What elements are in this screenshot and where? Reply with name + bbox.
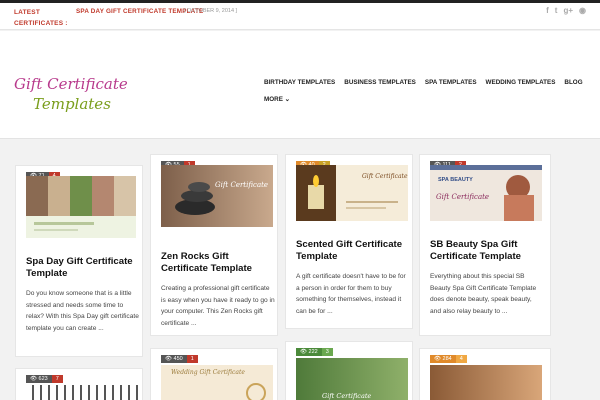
post-stats: 👁 450 1 xyxy=(161,355,198,363)
logo-line-1[interactable]: Gift Certificate xyxy=(14,75,128,93)
main-nav: BIRTHDAY TEMPLATES BUSINESS TEMPLATES SP… xyxy=(264,79,583,103)
twitter-icon[interactable]: t xyxy=(555,6,558,15)
post-card: 👁 450 1 Wedding Gift Certificate xyxy=(150,348,278,400)
post-thumbnail[interactable] xyxy=(430,365,542,400)
facebook-icon[interactable]: f xyxy=(546,6,549,15)
post-card: 👁 623 7 xyxy=(15,368,143,400)
post-title-link[interactable]: SB Beauty Spa Gift Certificate Template xyxy=(430,239,546,263)
nav-spa-templates[interactable]: SPA TEMPLATES xyxy=(425,79,477,86)
post-card: 👁 71 4 Spa Day Gift Certificate Template… xyxy=(15,165,143,357)
eye-icon: 👁 xyxy=(165,356,174,362)
site-header: Gift Certificate Templates BIRTHDAY TEMP… xyxy=(0,31,600,139)
post-card: 👁 284 4 xyxy=(419,348,551,400)
comments-badge: 4 xyxy=(455,355,467,363)
post-thumbnail[interactable] xyxy=(26,385,138,400)
post-title-link[interactable]: Spa Day Gift Certificate Template xyxy=(26,256,142,280)
post-stats: 👁 222 3 xyxy=(296,348,333,356)
social-links: f t g+ ◉ xyxy=(546,6,586,15)
post-thumbnail[interactable]: Gift Certificate xyxy=(296,358,408,400)
views-badge: 👁 284 xyxy=(430,355,456,363)
eye-icon: 👁 xyxy=(434,356,443,362)
post-card: 👁 111 2 SPA BEAUTY Gift Certificate SB B… xyxy=(419,154,551,336)
post-excerpt: Creating a professional gift certificate… xyxy=(161,285,275,327)
post-excerpt: A gift certificate doesn't have to be fo… xyxy=(296,273,406,315)
views-badge: 👁 450 xyxy=(161,355,187,363)
comments-badge: 1 xyxy=(186,355,198,363)
post-excerpt: Everything about this special SB Beauty … xyxy=(430,273,537,315)
logo-line-2[interactable]: Templates xyxy=(33,95,111,113)
thumbnail-caption: Gift Certificate xyxy=(322,392,372,400)
post-stats: 👁 623 7 xyxy=(26,375,63,383)
post-thumbnail[interactable]: SPA BEAUTY Gift Certificate xyxy=(430,165,542,221)
chevron-down-icon: ⌄ xyxy=(284,96,290,103)
post-grid: 👁 7 1 4 Spa Day Gift Certificate Template… xyxy=(0,140,600,400)
thumbnail-caption: Gift Certificate xyxy=(362,173,408,180)
nav-business-templates[interactable]: BUSINESS TEMPLATES xyxy=(344,79,416,86)
nav-blog[interactable]: BLOG xyxy=(564,79,582,86)
google-plus-icon[interactable]: g+ xyxy=(563,6,573,15)
post-card: 👁 55 1 Gift Certificate Zen Rocks Gift C… xyxy=(150,154,278,336)
thumbnail-caption: Gift Certificate xyxy=(436,193,490,201)
thumbnail-caption: Gift Certificate xyxy=(215,181,269,189)
nav-more[interactable]: MORE ⌄ xyxy=(264,96,583,103)
post-thumbnail[interactable]: Wedding Gift Certificate xyxy=(161,365,273,400)
post-thumbnail[interactable] xyxy=(26,176,136,238)
eye-icon: 👁 xyxy=(30,376,39,382)
views-badge: 👁 222 xyxy=(296,348,322,356)
nav-birthday-templates[interactable]: BIRTHDAY TEMPLATES xyxy=(264,79,335,86)
post-title-link[interactable]: Scented Gift Certificate Template xyxy=(296,239,412,263)
post-thumbnail[interactable]: Gift Certificate xyxy=(296,165,408,221)
nav-more-label: MORE xyxy=(264,96,283,103)
comments-badge: 3 xyxy=(321,348,333,356)
post-excerpt: Do you know someone that is a little str… xyxy=(26,290,139,332)
ticker-date: [ OCTOBER 9, 2014 ] xyxy=(184,8,238,14)
post-title-link[interactable]: Zen Rocks Gift Certificate Template xyxy=(161,251,277,275)
post-card: 👁 40 2 Gift Certificate Scented Gift Cer… xyxy=(285,154,413,329)
post-thumbnail[interactable]: Gift Certificate xyxy=(161,165,273,227)
nav-wedding-templates[interactable]: WEDDING TEMPLATES xyxy=(486,79,556,86)
latest-label: LATEST CERTIFICATES : xyxy=(14,9,68,27)
post-card: 👁 222 3 Gift Certificate xyxy=(285,341,413,400)
thumbnail-brand: SPA BEAUTY xyxy=(438,177,473,183)
top-bar: LATEST CERTIFICATES : SPA DAY GIFT CERTI… xyxy=(0,3,600,30)
comments-badge: 7 xyxy=(51,375,63,383)
post-stats: 👁 284 4 xyxy=(430,355,467,363)
rss-icon[interactable]: ◉ xyxy=(579,6,586,15)
views-badge: 👁 623 xyxy=(26,375,52,383)
eye-icon: 👁 xyxy=(300,349,309,355)
